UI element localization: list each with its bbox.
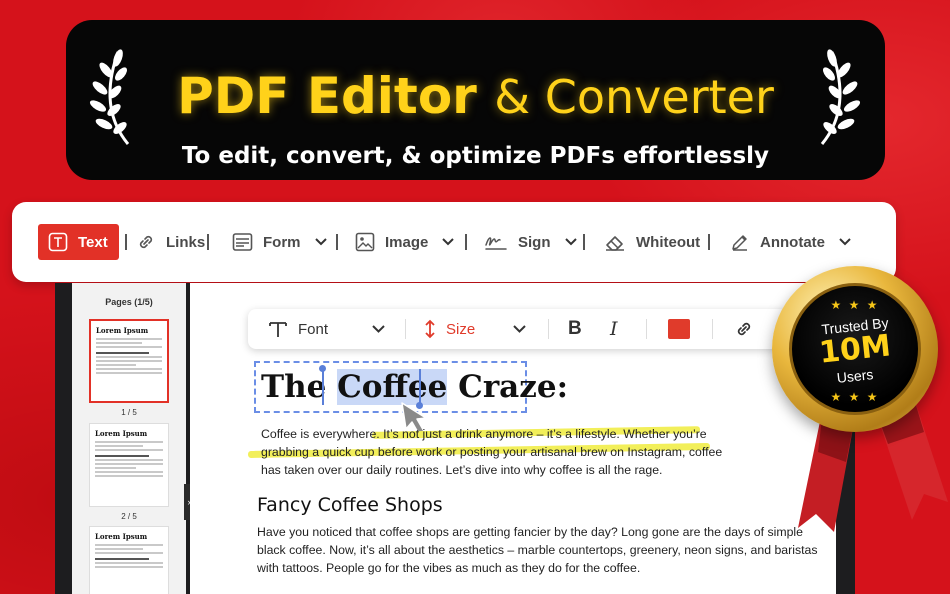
paragraph-line: has taken over our daily routines. Let’s…	[261, 463, 663, 477]
pages-sidebar: Pages (1/5) Lorem Ipsum 1 / 5 Lorem Ipsu…	[72, 283, 186, 594]
page-thumbnail-3[interactable]: Lorem Ipsum	[89, 526, 169, 594]
chevron-down-icon	[564, 238, 577, 246]
banner-title-secondary: & Converter	[494, 70, 774, 124]
signature-icon	[485, 237, 507, 250]
chevron-down-icon	[314, 238, 327, 246]
size-label: Size	[446, 320, 476, 338]
size-dropdown[interactable]: Size	[424, 317, 526, 341]
link-button[interactable]	[734, 317, 754, 341]
toolbar-divider	[465, 234, 467, 250]
format-divider	[712, 319, 713, 339]
paragraph-line: with tattoos. People go for the vibes as…	[257, 561, 641, 575]
image-tool-button[interactable]: Image	[355, 224, 455, 260]
chevron-down-icon	[513, 325, 526, 333]
toolbar-divider	[207, 234, 209, 250]
promo-banner: PDF Editor & Converter To edit, convert,…	[66, 20, 885, 180]
text-tool-label: Text	[78, 233, 108, 251]
page-thumbnail-1[interactable]: Lorem Ipsum	[89, 319, 169, 403]
sign-tool-label: Sign	[518, 233, 551, 251]
paragraph-line: Coffee is everywhere. It’s not just a dr…	[261, 427, 707, 441]
pages-count-label: Pages (1/5)	[105, 297, 153, 307]
paragraph-line: Have you noticed that coffee shops are g…	[257, 525, 803, 539]
badge-stars-top: ★ ★ ★	[830, 298, 880, 312]
banner-title-main: PDF Editor	[177, 67, 477, 125]
laurel-left-icon	[89, 49, 130, 145]
link-icon	[139, 235, 153, 249]
paragraph-line: black coffee. Now, it’s all about the ae…	[257, 543, 818, 557]
page-thumbnail-2[interactable]: Lorem Ipsum	[89, 423, 169, 507]
text-tool-button[interactable]: Text	[38, 224, 119, 260]
italic-button[interactable]: I	[610, 317, 618, 341]
link-icon	[737, 322, 751, 336]
selected-text: Coffee	[337, 369, 448, 405]
toolbar-divider	[125, 234, 127, 250]
format-toolbar: Font Size B I	[248, 309, 788, 349]
heading-part: Craze:	[447, 369, 569, 405]
image-tool-label: Image	[385, 233, 429, 251]
banner-subtitle: To edit, convert, & optimize PDFs effort…	[181, 143, 770, 169]
selection-handle-start[interactable]	[319, 365, 326, 372]
whiteout-tool-button[interactable]: Whiteout	[604, 224, 700, 260]
chevron-down-icon	[442, 238, 455, 246]
whiteout-tool-label: Whiteout	[636, 233, 701, 251]
format-divider	[405, 319, 406, 339]
eraser-icon	[606, 236, 624, 251]
image-icon	[355, 232, 375, 252]
thumb-title: Lorem Ipsum	[95, 429, 148, 438]
paragraph-line: grabbing a quick cup before work or post…	[261, 445, 723, 459]
thumb-title: Lorem Ipsum	[96, 326, 149, 335]
annotate-tool-label: Annotate	[760, 233, 825, 251]
toolbar-divider	[583, 234, 585, 250]
links-tool-label: Links	[166, 233, 206, 251]
format-divider	[548, 319, 549, 339]
page-number-label: 1 / 5	[121, 408, 137, 417]
sign-tool-button[interactable]: Sign	[484, 224, 577, 260]
font-icon	[269, 322, 287, 337]
pen-icon	[732, 235, 747, 251]
section-heading: Fancy Coffee Shops	[257, 494, 443, 516]
badge-medal-inner: ★ ★ ★ Trusted By 10M Users ★ ★ ★	[789, 283, 921, 415]
text-icon	[48, 232, 68, 252]
toolbar-divider	[708, 234, 710, 250]
format-divider	[646, 319, 647, 339]
text-color-swatch[interactable]	[668, 319, 690, 339]
badge-stars-bottom: ★ ★ ★	[830, 390, 880, 404]
badge-medal: ★ ★ ★ Trusted By 10M Users ★ ★ ★	[772, 266, 938, 432]
font-label: Font	[298, 320, 329, 338]
thumb-title: Lorem Ipsum	[95, 532, 148, 541]
links-tool-button[interactable]: Links	[136, 224, 205, 260]
resize-vertical-icon	[425, 319, 435, 339]
bold-button[interactable]: B	[568, 317, 582, 341]
annotate-tool-button[interactable]: Annotate	[730, 224, 851, 260]
banner-title: PDF Editor & Converter	[66, 66, 885, 127]
form-icon	[232, 233, 253, 251]
form-tool-label: Form	[263, 233, 301, 251]
selection-end-caret[interactable]	[419, 369, 421, 405]
page-number-label: 2 / 5	[121, 512, 137, 521]
font-dropdown[interactable]: Font	[268, 317, 385, 341]
toolbar-divider	[336, 234, 338, 250]
selection-start-caret[interactable]	[322, 369, 324, 405]
chevron-down-icon	[839, 238, 851, 246]
laurel-right-icon	[820, 49, 861, 145]
trust-badge: ★ ★ ★ Trusted By 10M Users ★ ★ ★	[766, 262, 950, 552]
chevron-down-icon	[372, 325, 385, 333]
form-tool-button[interactable]: Form	[232, 224, 327, 260]
editor-toolbar: Text Links Form Image Sign Whiteout Anno…	[12, 202, 896, 282]
heading-part: The	[261, 369, 338, 405]
